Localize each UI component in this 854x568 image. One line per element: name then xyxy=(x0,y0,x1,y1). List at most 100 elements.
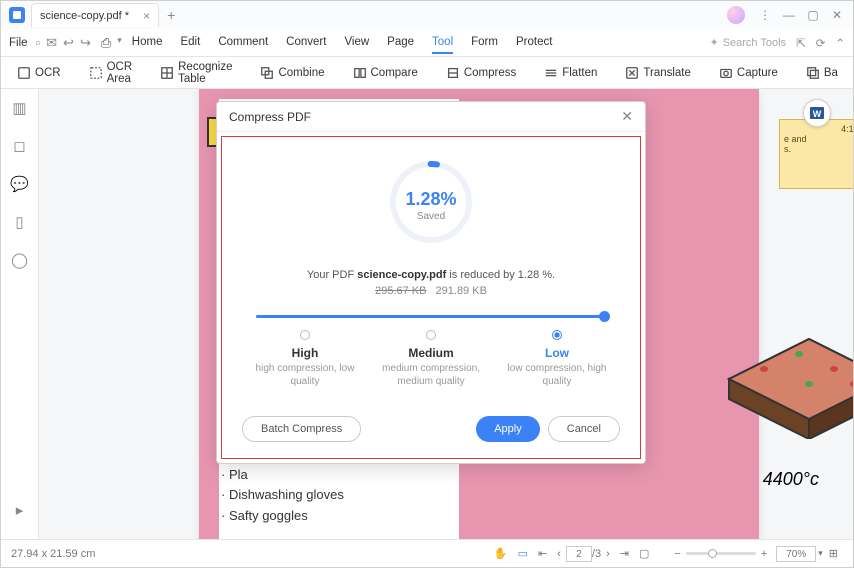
translate-button[interactable]: Translate xyxy=(619,63,697,83)
document-tab[interactable]: science-copy.pdf * × xyxy=(31,3,159,27)
next-page-icon[interactable]: › xyxy=(606,548,610,560)
recognize-table-button[interactable]: Recognize Table xyxy=(154,58,238,88)
left-sidebar: ▥ ◻ 💬 ▯ ◯ ▸ xyxy=(1,89,39,539)
kebab-menu-icon[interactable]: ⋮ xyxy=(757,7,773,23)
tool-toolbar: OCR OCR Area Recognize Table Combine Com… xyxy=(1,57,853,89)
undo-icon[interactable]: ↩ xyxy=(63,35,74,51)
hand-tool-icon[interactable]: ✋ xyxy=(494,547,508,560)
slider-thumb[interactable] xyxy=(599,311,610,322)
zoom-in-icon[interactable]: + xyxy=(761,548,767,560)
tab-view[interactable]: View xyxy=(344,32,369,54)
close-tab-icon[interactable]: × xyxy=(143,9,150,23)
new-tab-button[interactable]: + xyxy=(167,7,175,23)
close-window-icon[interactable]: ✕ xyxy=(829,7,845,23)
combine-icon xyxy=(260,66,274,80)
collapse-ribbon-icon[interactable]: ⌃ xyxy=(835,36,845,50)
translate-icon xyxy=(625,66,639,80)
cake-illustration xyxy=(709,269,853,439)
dialog-header[interactable]: Compress PDF ✕ xyxy=(217,102,645,132)
comment-panel-icon[interactable]: 💬 xyxy=(10,175,29,193)
zoom-dropdown-icon[interactable]: ▾ xyxy=(818,548,823,559)
thumbnails-icon[interactable]: ▥ xyxy=(12,99,26,117)
svg-text:W: W xyxy=(813,109,822,119)
radio-icon xyxy=(426,330,436,340)
compress-button[interactable]: Compress xyxy=(440,63,522,83)
menubar: File ▫ ✉ ↩ ↪ ⎙ ▾ Home Edit Comment Conve… xyxy=(1,29,853,57)
cancel-button[interactable]: Cancel xyxy=(548,416,620,442)
reduce-message: Your PDF science-copy.pdf is reduced by … xyxy=(242,269,620,281)
mail-icon[interactable]: ✉ xyxy=(46,35,57,51)
batch-button[interactable]: Ba xyxy=(800,63,844,83)
compression-slider[interactable] xyxy=(256,315,606,318)
dialog-actions: Batch Compress Apply Cancel xyxy=(242,416,620,442)
maximize-icon[interactable]: ▢ xyxy=(805,7,821,23)
print-dropdown-icon[interactable]: ▾ xyxy=(117,35,122,51)
compare-icon xyxy=(353,66,367,80)
tab-convert[interactable]: Convert xyxy=(286,32,326,54)
last-page-icon[interactable]: ⇥ xyxy=(620,547,629,560)
page-total: /3 xyxy=(592,548,601,560)
ocr-button[interactable]: OCR xyxy=(11,63,67,83)
search-panel-icon[interactable]: ◯ xyxy=(11,251,28,269)
save-icon[interactable]: ▫ xyxy=(36,35,41,51)
compress-dialog: Compress PDF ✕ 1.28% Saved Your PDF scie… xyxy=(216,101,646,464)
ocr-area-button[interactable]: OCR Area xyxy=(83,58,139,88)
apply-button[interactable]: Apply xyxy=(476,416,540,442)
attachment-icon[interactable]: ▯ xyxy=(15,213,23,231)
first-page-icon[interactable]: ⇤ xyxy=(538,547,547,560)
zoom-value[interactable]: 70% xyxy=(776,546,816,562)
tab-form[interactable]: Form xyxy=(471,32,498,54)
magic-wand-icon: ✦ xyxy=(709,36,718,49)
option-high[interactable]: High high compression, low quality xyxy=(242,324,368,394)
redo-icon[interactable]: ↪ xyxy=(80,35,91,51)
compare-button[interactable]: Compare xyxy=(347,63,424,83)
page-dimensions: 27.94 x 21.59 cm xyxy=(11,548,95,560)
size-comparison: 295.67 KB 291.89 KB xyxy=(242,285,620,297)
new-size: 291.89 KB xyxy=(436,285,487,297)
page-input[interactable]: 2 xyxy=(566,546,592,562)
prev-page-icon[interactable]: ‹ xyxy=(557,548,561,560)
file-menu[interactable]: File xyxy=(9,37,28,49)
tab-protect[interactable]: Protect xyxy=(516,32,552,54)
word-export-float-icon[interactable]: W xyxy=(803,99,831,127)
user-avatar-icon[interactable] xyxy=(727,6,745,24)
cloud-icon[interactable]: ⟳ xyxy=(816,36,826,50)
tab-comment[interactable]: Comment xyxy=(218,32,268,54)
option-medium[interactable]: Medium medium compression, medium qualit… xyxy=(368,324,494,394)
view-grid-icon[interactable]: ⊞ xyxy=(829,547,838,560)
tab-home[interactable]: Home xyxy=(132,32,163,54)
combine-button[interactable]: Combine xyxy=(254,63,330,83)
sticky-note: 4:11 PM e and s. xyxy=(779,119,853,189)
batch-icon xyxy=(806,66,820,80)
bookmark-icon[interactable]: ◻ xyxy=(13,137,25,155)
zoom-out-icon[interactable]: − xyxy=(674,548,680,560)
share-icon[interactable]: ⇱ xyxy=(796,36,806,50)
progress-circle: 1.28% Saved xyxy=(386,157,476,247)
camera-icon xyxy=(719,66,733,80)
dialog-body: 1.28% Saved Your PDF science-copy.pdf is… xyxy=(221,136,641,459)
minimize-icon[interactable]: ― xyxy=(781,7,797,23)
tab-tool[interactable]: Tool xyxy=(432,32,453,54)
search-placeholder: Search Tools xyxy=(723,37,786,49)
compress-icon xyxy=(446,66,460,80)
expand-sidebar-icon[interactable]: ▸ xyxy=(16,501,24,519)
tab-edit[interactable]: Edit xyxy=(180,32,200,54)
table-icon xyxy=(160,66,174,80)
close-dialog-icon[interactable]: ✕ xyxy=(621,108,633,125)
ocr-area-icon xyxy=(89,66,103,80)
flatten-icon xyxy=(544,66,558,80)
print-icon[interactable]: ⎙ xyxy=(101,35,111,51)
tab-page[interactable]: Page xyxy=(387,32,414,54)
dialog-title: Compress PDF xyxy=(229,110,311,124)
option-low[interactable]: Low low compression, high quality xyxy=(494,324,620,394)
zoom-slider[interactable] xyxy=(686,552,756,555)
fit-page-icon[interactable]: ▢ xyxy=(639,547,649,560)
select-tool-icon[interactable]: ▭ xyxy=(518,547,528,560)
menu-tabs: Home Edit Comment Convert View Page Tool… xyxy=(132,32,553,54)
capture-button[interactable]: Capture xyxy=(713,63,784,83)
batch-compress-button[interactable]: Batch Compress xyxy=(242,416,361,442)
search-tools[interactable]: ✦ Search Tools xyxy=(709,36,786,49)
radio-icon xyxy=(552,330,562,340)
quick-actions: ▫ ✉ ↩ ↪ ⎙ ▾ xyxy=(36,35,122,51)
flatten-button[interactable]: Flatten xyxy=(538,63,603,83)
